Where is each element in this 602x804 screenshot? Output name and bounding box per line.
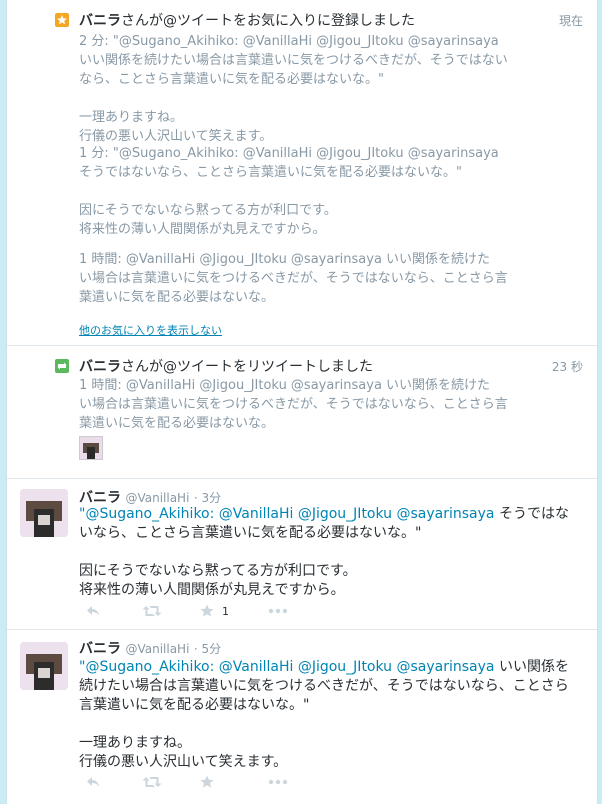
activity-time[interactable]: 現在 bbox=[559, 12, 583, 29]
user-handle[interactable]: @VanillaHi bbox=[125, 491, 189, 505]
reply-icon[interactable] bbox=[85, 774, 101, 792]
tweet-mentions[interactable]: "@Sugano_Akihiko: @VanillaHi @Jigou_JIto… bbox=[79, 659, 495, 675]
activity-headline: バニラさんが@ツイートをお気に入りに登録しました bbox=[79, 10, 415, 30]
actor-name[interactable]: バニラ bbox=[79, 13, 121, 29]
actor-name[interactable]: バニラ bbox=[79, 359, 121, 375]
tweet-header: バニラ @VanillaHi · 5分 bbox=[79, 638, 221, 658]
retweet-icon[interactable] bbox=[142, 603, 162, 621]
favorited-tweet-lead: 1 時間: @VanillaHi @Jigou_JItoku @sayarins… bbox=[79, 252, 491, 267]
user-name[interactable]: バニラ bbox=[79, 490, 121, 506]
favorited-tweet[interactable]: 1 分: "@Sugano_Akihiko: @VanillaHi @Jigou… bbox=[79, 144, 519, 239]
favorited-tweet-text: いい関係を続けたい場合は言葉遣いに気をつけるべきだが、そうではないなら、ことさら… bbox=[79, 53, 508, 144]
activity-headline: バニラさんが@ツイートをリツイートしました bbox=[79, 356, 373, 376]
favorited-tweet-text: い場合は言葉遣いに気をつけるべきだが、そうではないなら、ことさら言葉遣いに気を配… bbox=[79, 271, 508, 305]
show-less-favorites-link[interactable]: 他のお気に入りを表示しない bbox=[79, 322, 222, 338]
retweet-activity: バニラさんが@ツイートをリツイートしました 23 秒 1 時間: @Vanill… bbox=[7, 346, 597, 479]
activity-text: さんが@ツイートをお気に入りに登録しました bbox=[121, 13, 415, 29]
star-icon bbox=[55, 13, 69, 27]
favorited-tweet-text: そうではないなら、ことさら言葉遣いに気を配る必要はないな。" 因にそうでないなら… bbox=[79, 165, 462, 237]
retweeted-tweet-text: い場合は言葉遣いに気をつけるべきだが、そうではないなら、ことさら言葉遣いに気を配… bbox=[79, 397, 508, 431]
tweet[interactable]: バニラ @VanillaHi · 3分 "@Sugano_Akihiko: @V… bbox=[7, 479, 597, 630]
user-name[interactable]: バニラ bbox=[79, 641, 121, 657]
retweet-icon[interactable] bbox=[142, 774, 162, 792]
tweet-body-text: いい関係を続けたい場合は言葉遣いに気をつけるべきだが、そうではないなら、ことさら… bbox=[79, 659, 569, 770]
avatar[interactable] bbox=[20, 489, 68, 537]
favorited-tweet-lead: 1 分: "@Sugano_Akihiko: @VanillaHi @Jigou… bbox=[79, 146, 499, 161]
favorited-tweet[interactable]: 2 分: "@Sugano_Akihiko: @VanillaHi @Jigou… bbox=[79, 32, 519, 146]
reply-icon[interactable] bbox=[85, 603, 101, 621]
tweet-mentions[interactable]: "@Sugano_Akihiko: @VanillaHi @Jigou_JIto… bbox=[79, 506, 495, 522]
tweet-text: "@Sugano_Akihiko: @VanillaHi @Jigou_JIto… bbox=[79, 658, 579, 772]
tweet-text: "@Sugano_Akihiko: @VanillaHi @Jigou_JIto… bbox=[79, 505, 579, 600]
activity-time[interactable]: 23 秒 bbox=[552, 358, 583, 375]
retweeter-avatar[interactable] bbox=[79, 436, 103, 460]
avatar[interactable] bbox=[20, 642, 68, 690]
favorited-tweet-lead: 2 分: "@Sugano_Akihiko: @VanillaHi @Jigou… bbox=[79, 34, 499, 49]
more-icon[interactable] bbox=[268, 774, 288, 792]
tweet-time[interactable]: · 3分 bbox=[194, 491, 221, 505]
timeline: バニラさんが@ツイートをお気に入りに登録しました 現在 2 分: "@Sugan… bbox=[6, 0, 598, 804]
favorite-count: 1 bbox=[222, 605, 229, 618]
user-handle[interactable]: @VanillaHi bbox=[125, 642, 189, 656]
tweet-header: バニラ @VanillaHi · 3分 bbox=[79, 487, 221, 507]
tweet[interactable]: バニラ @VanillaHi · 5分 "@Sugano_Akihiko: @V… bbox=[7, 630, 597, 804]
retweeted-tweet[interactable]: 1 時間: @VanillaHi @Jigou_JItoku @sayarins… bbox=[79, 376, 519, 433]
star-icon[interactable] bbox=[199, 774, 215, 792]
retweeted-tweet-lead: 1 時間: @VanillaHi @Jigou_JItoku @sayarins… bbox=[79, 378, 491, 393]
star-icon[interactable] bbox=[199, 603, 215, 621]
retweet-icon bbox=[55, 359, 69, 373]
more-icon[interactable] bbox=[268, 603, 288, 621]
favorited-tweet[interactable]: 1 時間: @VanillaHi @Jigou_JItoku @sayarins… bbox=[79, 250, 519, 307]
favorite-activity: バニラさんが@ツイートをお気に入りに登録しました 現在 2 分: "@Sugan… bbox=[7, 0, 597, 346]
tweet-time[interactable]: · 5分 bbox=[194, 642, 221, 656]
activity-text: さんが@ツイートをリツイートしました bbox=[121, 359, 373, 375]
